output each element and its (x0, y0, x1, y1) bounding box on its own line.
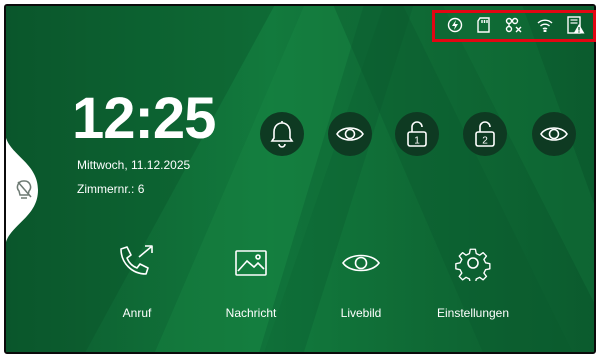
door-open-1-button[interactable]: 1 (395, 112, 439, 156)
energy-saving-icon[interactable] (447, 17, 463, 33)
device-warning-icon[interactable] (567, 16, 585, 34)
camera-view-button-2[interactable] (532, 112, 576, 156)
network-disconnected-icon[interactable] (505, 17, 523, 33)
unlock-2-icon: 2 (475, 121, 495, 147)
room-number-row: Zimmernr.: 6 (77, 182, 144, 196)
sd-card-icon[interactable] (477, 17, 491, 33)
status-bar (447, 12, 585, 38)
nav-message[interactable]: Nachricht (196, 240, 306, 320)
image-message-icon (235, 250, 267, 276)
eye-icon (540, 127, 568, 141)
camera-view-button-1[interactable] (328, 112, 372, 156)
room-label: Zimmernr.: (77, 182, 135, 196)
intercom-screen: 12:25 Mittwoch, 11.12.2025 Zimmernr.: 6 … (4, 4, 596, 354)
lock-2-number: 2 (482, 136, 488, 147)
unlock-1-icon: 1 (407, 121, 427, 147)
clock-time: 12:25 (72, 86, 216, 151)
eye-icon (342, 254, 380, 272)
wifi-icon[interactable] (537, 18, 553, 32)
nav-settings-label: Einstellungen (436, 306, 510, 320)
nav-call-label: Anruf (122, 306, 152, 320)
date-text: Mittwoch, 11.12.2025 (77, 158, 191, 172)
bell-icon (270, 121, 294, 148)
side-panel-tab[interactable] (6, 138, 42, 242)
room-number: 6 (137, 182, 145, 196)
lock-1-number: 1 (414, 136, 420, 147)
nav-message-label: Nachricht (225, 306, 277, 320)
door-open-2-button[interactable]: 2 (463, 112, 507, 156)
nav-call[interactable]: Anruf (82, 240, 192, 320)
eye-icon (336, 127, 364, 141)
bell-button[interactable] (260, 112, 304, 156)
nav-settings[interactable]: Einstellungen (418, 240, 528, 320)
gear-icon (455, 248, 491, 281)
call-icon (120, 245, 153, 275)
nav-livebild[interactable]: Livebild (306, 240, 416, 320)
nav-livebild-label: Livebild (340, 306, 382, 320)
